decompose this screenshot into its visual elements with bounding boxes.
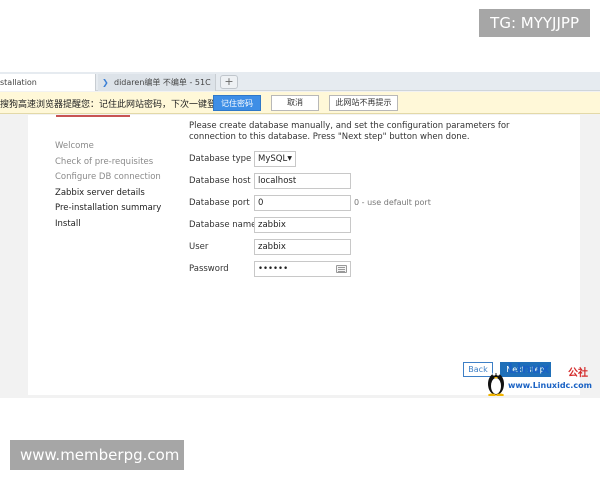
row-user: User zabbix (189, 239, 569, 255)
step-welcome: Welcome (55, 141, 94, 151)
watermark-bottom: www.memberpg.com (10, 440, 184, 470)
infobar-message: 搜狗高速浏览器提醒您：记住此网站密码，下次一键登录！ (0, 100, 235, 110)
db-host-input[interactable]: localhost (254, 173, 351, 189)
row-db-host: Database host localhost (189, 173, 569, 189)
db-type-value: MySQL (258, 154, 288, 164)
step-summary: Pre-installation summary (55, 203, 162, 213)
step-server-details: Zabbix server details (55, 187, 145, 198)
dropdown-arrow-icon: ▼ (287, 155, 292, 162)
intro-text: Please create database manually, and set… (189, 121, 510, 142)
tab-installation[interactable]: stallation (0, 74, 96, 91)
db-port-label: Database port (189, 198, 250, 208)
row-db-port: Database port 0 0 - use default port (189, 195, 569, 211)
password-label: Password (189, 264, 229, 274)
db-name-input[interactable]: zabbix (254, 217, 351, 233)
step-db-connection: Configure DB connection (55, 172, 161, 182)
user-input[interactable]: zabbix (254, 239, 351, 255)
db-type-select[interactable]: MySQL ▼ (254, 151, 296, 167)
password-infobar: 搜狗高速浏览器提醒您：记住此网站密码，下次一键登录！ 记住密码 取消 此网站不再… (0, 92, 600, 114)
cancel-button[interactable]: 取消 (271, 95, 319, 111)
remember-password-button[interactable]: 记住密码 (213, 95, 261, 111)
row-password: Password •••••• (189, 261, 569, 277)
tab-label: didaren编单 不编单 - 51C (114, 78, 211, 87)
tux-penguin-icon (488, 372, 504, 396)
db-type-label: Database type (189, 154, 252, 164)
logo-cn: 公社 (568, 368, 588, 379)
db-port-input[interactable]: 0 (254, 195, 351, 211)
setup-steps: Welcome Check of pre-requisites Configur… (55, 139, 195, 232)
step-install: Install (55, 218, 81, 229)
browser-window: stallation ❯ didaren编单 不编单 - 51C + 搜狗高速浏… (0, 72, 600, 398)
password-value: •••••• (258, 264, 289, 274)
db-port-hint: 0 - use default port (354, 198, 431, 207)
linuxidc-logo: Linux 公社 www.Linuxidc.com (486, 362, 600, 402)
tab-bar: stallation ❯ didaren编单 不编单 - 51C + (0, 72, 600, 91)
logo-url: www.Linuxidc.com (508, 381, 592, 390)
db-host-label: Database host (189, 176, 251, 186)
tab-label: stallation (0, 78, 37, 87)
password-input[interactable]: •••••• (254, 261, 351, 277)
user-label: User (189, 242, 209, 252)
setup-page: Welcome Check of pre-requisites Configur… (28, 115, 580, 395)
logo-word: Linux (508, 362, 551, 377)
db-name-label: Database name (189, 220, 257, 230)
keyboard-icon[interactable] (336, 265, 347, 273)
row-db-name: Database name zabbix (189, 217, 569, 233)
never-prompt-button[interactable]: 此网站不再提示 (329, 95, 398, 111)
row-db-type: Database type MySQL ▼ (189, 151, 569, 167)
watermark-top: TG: MYYJJPP (479, 9, 590, 37)
new-tab-button[interactable]: + (220, 75, 238, 89)
header-accent-line (56, 115, 130, 117)
tab-article[interactable]: ❯ didaren编单 不编单 - 51C (98, 74, 216, 91)
step-prerequisites: Check of pre-requisites (55, 156, 154, 167)
page-icon: ❯ (102, 78, 109, 87)
